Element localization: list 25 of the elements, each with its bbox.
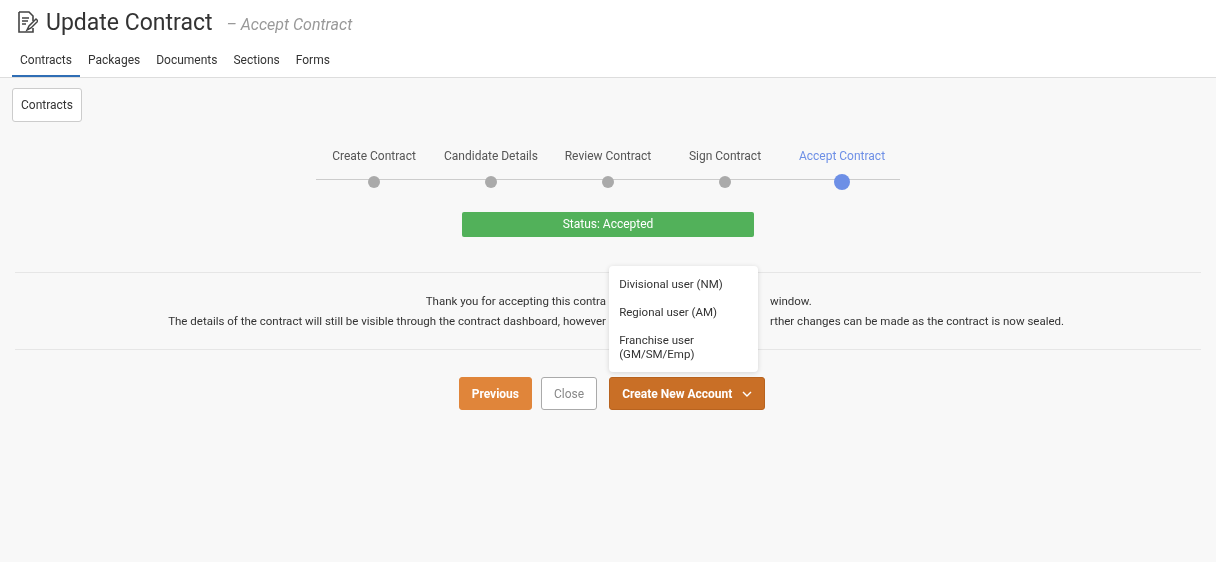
document-edit-icon: [16, 10, 38, 34]
nav-tab[interactable]: Documents: [148, 51, 226, 77]
step-label: Review Contract: [564, 149, 652, 163]
nav-tab[interactable]: Contracts: [12, 51, 80, 77]
nav-tab[interactable]: Sections: [225, 51, 288, 77]
menu-item[interactable]: Divisional user (NM): [609, 270, 759, 298]
menu-item[interactable]: Regional user (AM): [609, 298, 759, 326]
message-text: The details of the contract will still be visible through the contract dashboard, however: [168, 313, 606, 330]
menu-item[interactable]: Franchise user (GM/SM/Emp): [609, 326, 759, 368]
step-label: Accept Contract: [798, 149, 886, 163]
contracts-button[interactable]: Contracts: [12, 88, 82, 122]
step-label: Sign Contract: [688, 149, 762, 163]
message-text: rther changes can be made as the contract is now sealed.: [770, 313, 1065, 330]
page-title: Update Contract: [46, 8, 213, 36]
status-banner: Status: Accepted: [462, 212, 754, 237]
step-label: Create Contract: [332, 149, 416, 163]
create-account-button[interactable]: Create New Account: [609, 377, 766, 410]
step-label: Candidate Details: [444, 149, 538, 163]
close-button[interactable]: Close: [541, 377, 598, 410]
page-subtitle: – Accept Contract: [226, 14, 353, 34]
caret-icon: [742, 390, 753, 397]
message-text: Thank you for accepting this contra: [425, 293, 606, 310]
nav-tab[interactable]: Forms: [287, 51, 338, 77]
message-text: window.: [770, 293, 812, 310]
nav-tab[interactable]: Packages: [79, 51, 149, 77]
